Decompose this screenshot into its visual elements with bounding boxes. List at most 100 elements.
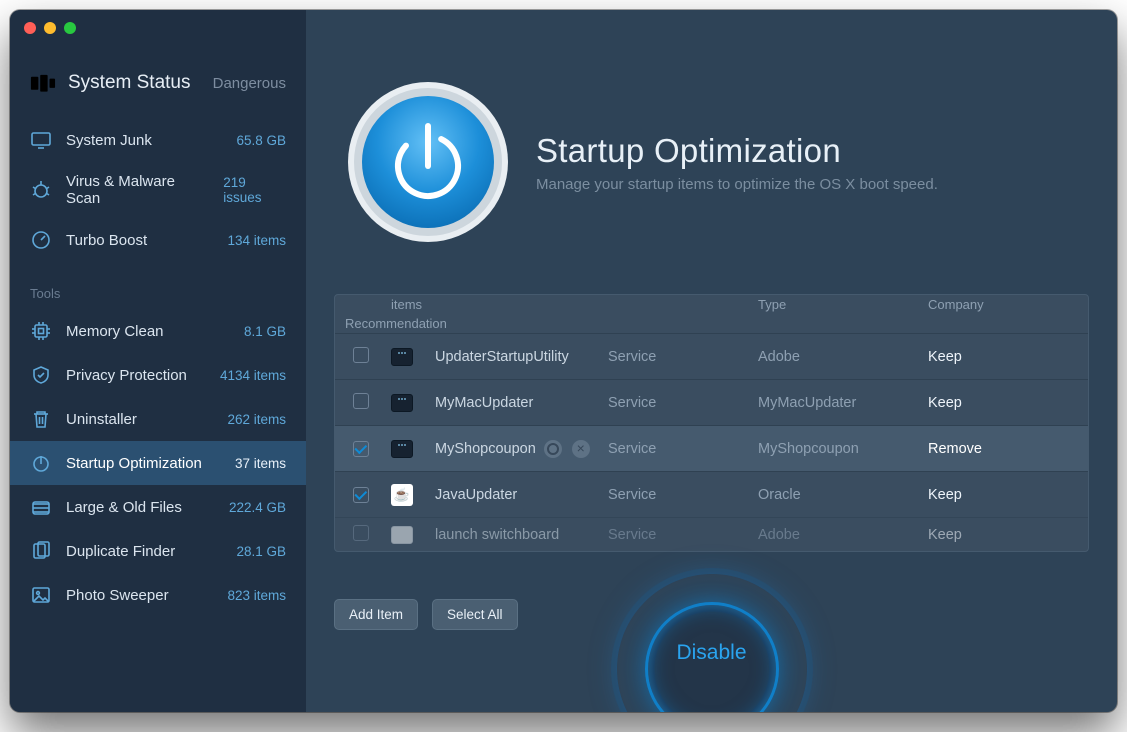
row-name: JavaUpdater bbox=[435, 487, 517, 503]
row-checkbox[interactable] bbox=[353, 441, 369, 457]
sidebar-item-uninstaller[interactable]: Uninstaller 262 items bbox=[10, 397, 306, 441]
table-row[interactable]: ☕JavaUpdaterServiceOracleKeep bbox=[335, 471, 1088, 517]
sidebar-item-startup-optimization[interactable]: Startup Optimization37 items bbox=[10, 441, 306, 485]
terminal-icon bbox=[391, 440, 413, 458]
sidebar-item-value: 28.1 GB bbox=[236, 544, 286, 559]
sidebar: System Status Dangerous System Junk 65.8 … bbox=[10, 10, 306, 712]
row-name: MyMacUpdater bbox=[435, 395, 533, 411]
shield-icon bbox=[30, 364, 52, 386]
sidebar-item-large-old-files[interactable]: Large & Old Files 222.4 GB bbox=[10, 485, 306, 529]
main-panel: Startup Optimization Manage your startup… bbox=[306, 10, 1117, 712]
hero-text: Startup Optimization Manage your startup… bbox=[536, 132, 938, 193]
document-icon bbox=[391, 526, 413, 544]
table-toolbar: Add Item Select All bbox=[334, 599, 518, 630]
sidebar-item-label: Large & Old Files bbox=[66, 499, 182, 516]
row-type: Service bbox=[608, 527, 758, 543]
page-title: Startup Optimization bbox=[536, 132, 938, 170]
row-name: MyShopcoupon bbox=[435, 441, 536, 457]
page-subtitle: Manage your startup items to optimize th… bbox=[536, 176, 938, 193]
sidebar-item-value: 823 items bbox=[227, 588, 286, 603]
sidebar-item-value: 65.8 GB bbox=[236, 133, 286, 148]
sidebar-item-value: 262 items bbox=[227, 412, 286, 427]
remove-icon[interactable] bbox=[572, 440, 590, 458]
row-recommendation: Keep bbox=[928, 527, 1078, 543]
row-company: Adobe bbox=[758, 349, 928, 365]
tools-section-label: Tools bbox=[10, 262, 306, 309]
sidebar-item-label: Virus & Malware Scan bbox=[66, 173, 209, 207]
sidebar-item-label: Duplicate Finder bbox=[66, 543, 175, 560]
row-recommendation: Remove bbox=[928, 441, 1078, 457]
system-status-row[interactable]: System Status Dangerous bbox=[10, 56, 306, 118]
system-status-value: Dangerous bbox=[213, 75, 286, 92]
sidebar-item-privacy-protection[interactable]: Privacy Protection 4134 items bbox=[10, 353, 306, 397]
hero: Startup Optimization Manage your startup… bbox=[306, 40, 1117, 284]
sidebar-item-duplicate-finder[interactable]: Duplicate Finder 28.1 GB bbox=[10, 529, 306, 573]
sidebar-item-label: Memory Clean bbox=[66, 323, 164, 340]
row-name: launch switchboard bbox=[435, 527, 559, 543]
image-icon bbox=[30, 584, 52, 606]
close-icon[interactable] bbox=[24, 22, 36, 34]
sidebar-item-value: 4134 items bbox=[220, 368, 286, 383]
sidebar-item-virus-malware-scan[interactable]: Virus & Malware Scan 219 issues bbox=[10, 162, 306, 218]
row-checkbox[interactable] bbox=[353, 487, 369, 503]
disable-button[interactable]: Disable bbox=[617, 574, 807, 712]
col-type: Type bbox=[758, 297, 928, 312]
power-icon bbox=[30, 452, 52, 474]
gauge-icon bbox=[30, 229, 52, 251]
sidebar-item-memory-clean[interactable]: Memory Clean 8.1 GB bbox=[10, 309, 306, 353]
sidebar-item-value: 8.1 GB bbox=[244, 324, 286, 339]
sidebar-item-label: System Junk bbox=[66, 132, 152, 149]
system-status-title: System Status bbox=[68, 72, 191, 94]
sidebar-item-turbo-boost[interactable]: Turbo Boost 134 items bbox=[10, 218, 306, 262]
table-header: items Type Company Recommendation bbox=[335, 295, 1088, 333]
table-row[interactable]: launch switchboardServiceAdobeKeep bbox=[335, 517, 1088, 551]
terminal-icon bbox=[391, 394, 413, 412]
zoom-icon[interactable] bbox=[64, 22, 76, 34]
startup-table: items Type Company Recommendation Update… bbox=[334, 294, 1089, 552]
sidebar-item-label: Privacy Protection bbox=[66, 367, 187, 384]
row-recommendation: Keep bbox=[928, 349, 1078, 365]
stack-icon bbox=[30, 496, 52, 518]
clock-icon[interactable] bbox=[544, 440, 562, 458]
table-row[interactable]: MyMacUpdaterServiceMyMacUpdaterKeep bbox=[335, 379, 1088, 425]
minimize-icon[interactable] bbox=[44, 22, 56, 34]
copy-icon bbox=[30, 540, 52, 562]
row-type: Service bbox=[608, 349, 758, 365]
table-row[interactable]: UpdaterStartupUtility ServiceAdobeKeep bbox=[335, 333, 1088, 379]
sidebar-item-system-junk[interactable]: System Junk 65.8 GB bbox=[10, 118, 306, 162]
add-item-button[interactable]: Add Item bbox=[334, 599, 418, 630]
sidebar-item-label: Turbo Boost bbox=[66, 232, 147, 249]
chip-icon bbox=[30, 320, 52, 342]
sidebar-item-photo-sweeper[interactable]: Photo Sweeper 823 items bbox=[10, 573, 306, 617]
row-type: Service bbox=[608, 395, 758, 411]
table-row[interactable]: MyShopcouponServiceMyShopcouponRemove bbox=[335, 425, 1088, 471]
terminal-icon bbox=[391, 348, 413, 366]
sidebar-item-value: 134 items bbox=[227, 233, 286, 248]
dashboard-icon bbox=[30, 74, 56, 92]
disable-label: Disable bbox=[676, 641, 746, 665]
row-actions bbox=[544, 440, 590, 458]
row-recommendation: Keep bbox=[928, 395, 1078, 411]
row-checkbox[interactable] bbox=[353, 347, 369, 363]
col-company: Company bbox=[928, 297, 1078, 312]
row-type: Service bbox=[608, 441, 758, 457]
sidebar-item-value: 219 issues bbox=[223, 175, 286, 205]
sidebar-item-label: Startup Optimization bbox=[66, 455, 202, 472]
select-all-button[interactable]: Select All bbox=[432, 599, 518, 630]
app-window: System Status Dangerous System Junk 65.8 … bbox=[10, 10, 1117, 712]
row-company: Oracle bbox=[758, 487, 928, 503]
monitor-icon bbox=[30, 129, 52, 151]
col-recommendation: Recommendation bbox=[345, 316, 391, 331]
nav-primary: System Junk 65.8 GB Virus & Malware Scan 21… bbox=[10, 118, 306, 262]
sidebar-item-value: 222.4 GB bbox=[229, 500, 286, 515]
power-hero-icon bbox=[346, 80, 510, 244]
sidebar-item-label: Uninstaller bbox=[66, 411, 137, 428]
window-controls bbox=[24, 22, 76, 34]
row-company: MyShopcoupon bbox=[758, 441, 928, 457]
row-type: Service bbox=[608, 487, 758, 503]
sidebar-item-label: Photo Sweeper bbox=[66, 587, 169, 604]
row-name: UpdaterStartupUtility bbox=[435, 349, 569, 365]
row-checkbox[interactable] bbox=[353, 393, 369, 409]
trash-icon bbox=[30, 408, 52, 430]
row-checkbox[interactable] bbox=[353, 525, 369, 541]
